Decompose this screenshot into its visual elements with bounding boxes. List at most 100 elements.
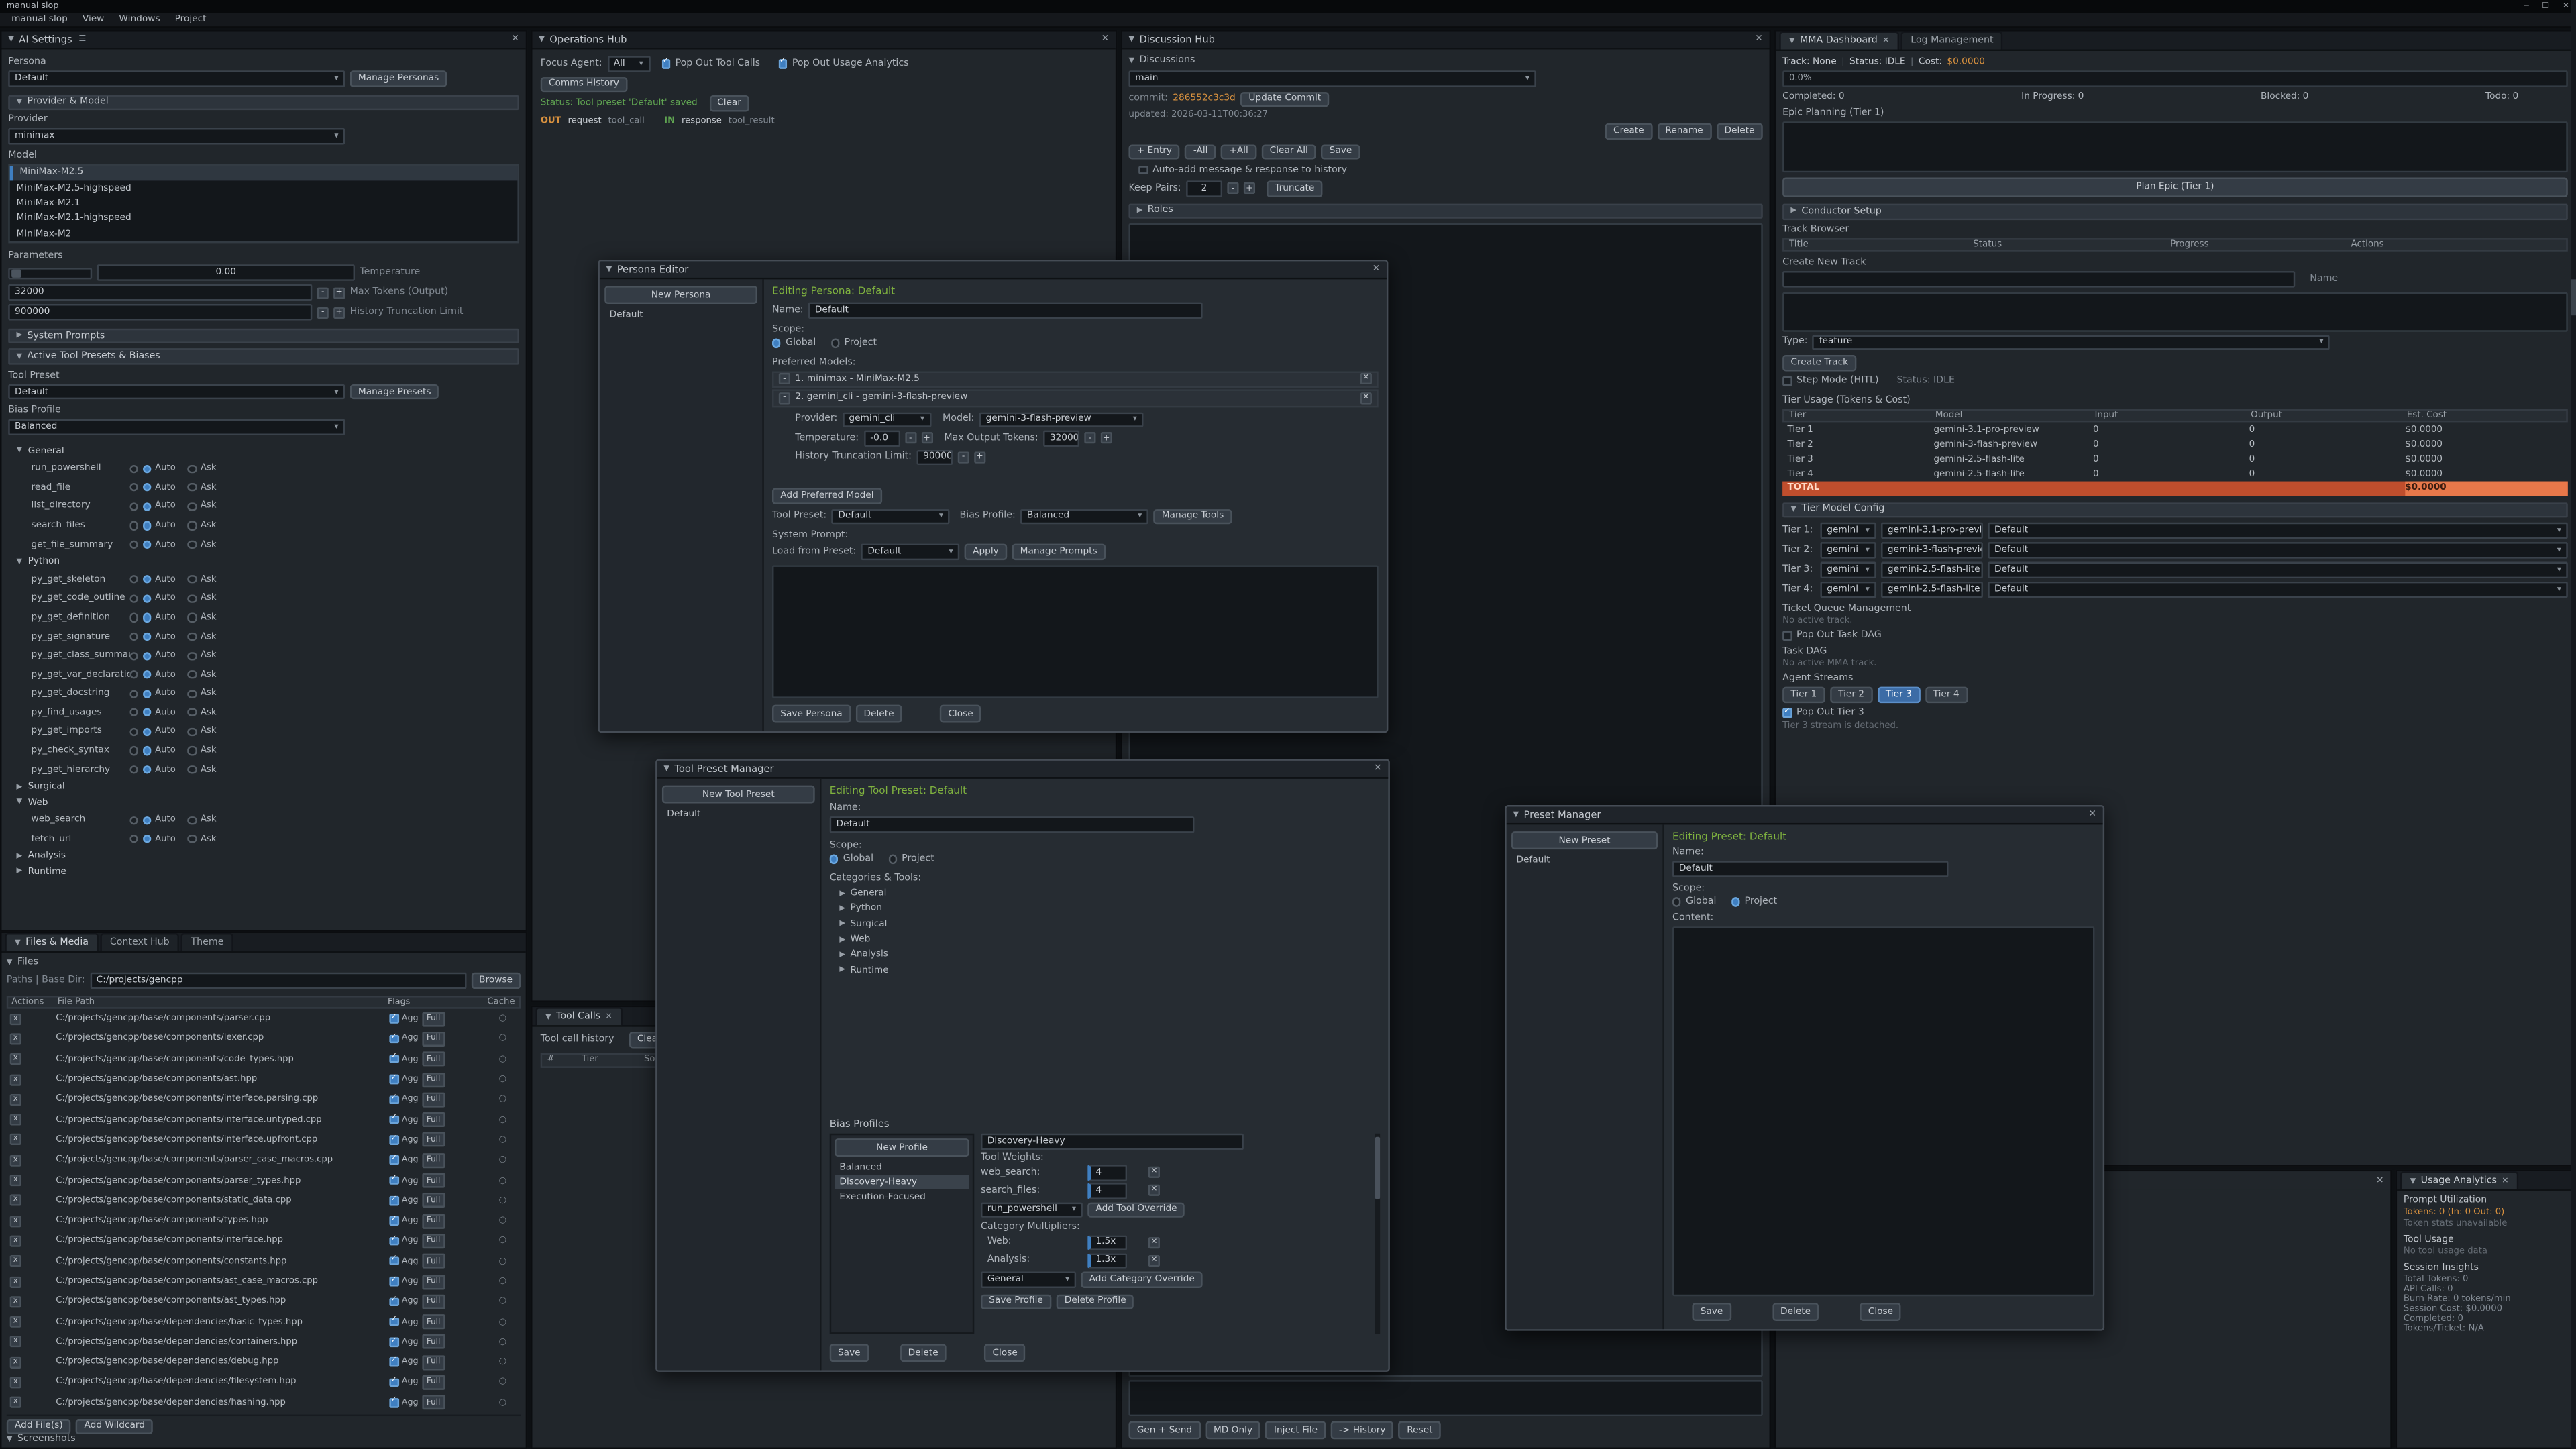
new-profile-button[interactable]: New Profile bbox=[835, 1138, 969, 1157]
cache-indicator-icon[interactable]: ○ bbox=[499, 1297, 507, 1307]
remove-file-button[interactable]: x bbox=[10, 1094, 21, 1106]
discussion-action-button[interactable]: MD Only bbox=[1205, 1421, 1261, 1439]
category-row[interactable]: ▶ Python bbox=[830, 902, 1380, 917]
cache-indicator-icon[interactable]: ○ bbox=[499, 1135, 507, 1145]
bias-profile-item[interactable]: Discovery-Heavy bbox=[835, 1175, 969, 1189]
stream-tab[interactable]: Tier 1 bbox=[1782, 686, 1825, 702]
tool-weight-input[interactable]: 4 bbox=[1087, 1183, 1127, 1198]
cache-indicator-icon[interactable]: ○ bbox=[499, 1055, 507, 1065]
increment-button[interactable]: + bbox=[333, 307, 345, 318]
tool-row[interactable]: ▶ Surgical Auto Ask bbox=[8, 780, 519, 795]
agg-checkbox[interactable] bbox=[389, 1358, 398, 1366]
base-dir-input[interactable]: C:/projects/gencpp bbox=[90, 973, 466, 988]
tool-preset-dropdown[interactable]: Default bbox=[832, 508, 950, 524]
full-button[interactable]: Full bbox=[422, 1395, 445, 1410]
ask-radio[interactable] bbox=[188, 651, 197, 660]
auto-radio[interactable] bbox=[142, 594, 151, 603]
cache-indicator-icon[interactable]: ○ bbox=[499, 1357, 507, 1367]
agg-checkbox[interactable] bbox=[389, 1196, 398, 1205]
add-tool-override-button[interactable]: Add Tool Override bbox=[1087, 1201, 1185, 1217]
tool-row[interactable]: py_get_skeleton Auto Ask bbox=[8, 570, 519, 589]
agg-checkbox[interactable] bbox=[389, 1116, 398, 1124]
new-tool-preset-button[interactable]: New Tool Preset bbox=[662, 786, 815, 804]
cache-indicator-icon[interactable]: ○ bbox=[499, 1317, 507, 1327]
agg-checkbox[interactable] bbox=[389, 1176, 398, 1185]
discussion-action-button[interactable]: Inject File bbox=[1266, 1421, 1326, 1439]
agg-checkbox[interactable] bbox=[389, 1055, 398, 1063]
collapse-icon[interactable]: ▼ bbox=[539, 36, 545, 44]
tier-model-dropdown[interactable]: gemini-3-flash-preview bbox=[1881, 542, 1983, 557]
full-button[interactable]: Full bbox=[422, 1112, 445, 1127]
stream-tab[interactable]: Tier 2 bbox=[1830, 686, 1872, 702]
auto-radio[interactable] bbox=[142, 613, 151, 622]
load-from-preset-dropdown[interactable]: Default bbox=[861, 544, 960, 559]
full-button[interactable]: Full bbox=[422, 1052, 445, 1067]
conductor-setup-section[interactable]: ▶ Conductor Setup bbox=[1782, 204, 2568, 219]
cache-indicator-icon[interactable]: ○ bbox=[499, 1175, 507, 1185]
focus-agent-dropdown[interactable]: All bbox=[607, 56, 650, 71]
tier-preset-dropdown[interactable]: Default bbox=[1988, 542, 2567, 557]
close-panel-icon[interactable]: ✕ bbox=[511, 34, 519, 44]
agg-checkbox[interactable] bbox=[389, 1398, 398, 1407]
group-caret-icon[interactable]: ▶ bbox=[16, 853, 28, 861]
delete-button[interactable]: Delete bbox=[1772, 1303, 1819, 1321]
browse-button[interactable]: Browse bbox=[471, 973, 521, 988]
full-button[interactable]: Full bbox=[422, 1032, 445, 1046]
category-row[interactable]: ▶ Surgical bbox=[830, 917, 1380, 932]
agg-checkbox[interactable] bbox=[389, 1236, 398, 1245]
ask-radio[interactable] bbox=[188, 633, 197, 641]
scrollbar-thumb[interactable] bbox=[2571, 279, 2576, 315]
tool-row[interactable]: py_check_syntax Auto Ask bbox=[8, 741, 519, 760]
entry-button[interactable]: Clear All bbox=[1261, 144, 1316, 159]
tool-row[interactable]: run_powershell Auto Ask bbox=[8, 459, 519, 478]
tool-row[interactable]: py_get_docstring Auto Ask bbox=[8, 684, 519, 703]
auto-radio[interactable] bbox=[142, 502, 151, 511]
tool-row[interactable]: ▼ General Auto Ask bbox=[8, 443, 519, 459]
tool-row[interactable]: fetch_url Auto Ask bbox=[8, 830, 519, 849]
group-caret-icon[interactable]: ▼ bbox=[16, 799, 28, 807]
agg-checkbox[interactable] bbox=[389, 1318, 398, 1326]
temperature-input[interactable]: 0.00 bbox=[97, 265, 354, 280]
menu-item[interactable]: manual slop bbox=[11, 15, 68, 25]
tool-override-dropdown[interactable]: run_powershell bbox=[981, 1201, 1083, 1217]
menu-item[interactable]: View bbox=[83, 15, 105, 25]
model-dropdown[interactable]: gemini-3-flash-preview bbox=[979, 411, 1144, 427]
entry-button[interactable]: -All bbox=[1185, 144, 1216, 159]
panel-menu-icon[interactable]: ☰ bbox=[78, 34, 86, 44]
save-button[interactable]: Save bbox=[830, 1344, 869, 1362]
increment-button[interactable]: + bbox=[1101, 433, 1112, 444]
close-button[interactable]: Close bbox=[1860, 1303, 1902, 1321]
increment-button[interactable]: + bbox=[1244, 182, 1255, 194]
agg-checkbox[interactable] bbox=[389, 1378, 398, 1387]
tool-row[interactable]: web_search Auto Ask bbox=[8, 810, 519, 829]
close-icon[interactable]: ✕ bbox=[2563, 1, 2569, 11]
keep-pairs-input[interactable]: 2 bbox=[1186, 180, 1222, 196]
tool-enable-radio[interactable] bbox=[129, 484, 138, 492]
ask-radio[interactable] bbox=[188, 708, 197, 717]
tool-preset-list-item[interactable]: Default bbox=[662, 806, 815, 821]
tier-preset-dropdown[interactable]: Default bbox=[1988, 523, 2567, 538]
full-button[interactable]: Full bbox=[422, 1173, 445, 1188]
add-files-button[interactable]: Add File(s) bbox=[7, 1419, 71, 1434]
tool-enable-radio[interactable] bbox=[129, 670, 138, 679]
cache-indicator-icon[interactable]: ○ bbox=[499, 1277, 507, 1287]
decrement-button[interactable]: - bbox=[317, 307, 329, 318]
model-option[interactable]: MiniMax-M2.1-highspeed bbox=[10, 211, 518, 227]
panel-tab[interactable]: ▼ Files & Media ✕ bbox=[5, 933, 98, 951]
tool-preset-name-input[interactable]: Default bbox=[830, 816, 1195, 832]
discussion-dropdown[interactable]: main bbox=[1128, 70, 1536, 86]
category-row[interactable]: ▶ Web bbox=[830, 932, 1380, 948]
track-name-input[interactable] bbox=[1782, 271, 2295, 286]
history-truncation-input[interactable]: 900000 bbox=[916, 449, 953, 465]
category-row[interactable]: ▶ Runtime bbox=[830, 963, 1380, 978]
entry-button[interactable]: + Entry bbox=[1128, 144, 1180, 159]
agg-checkbox[interactable] bbox=[389, 1156, 398, 1165]
remove-file-button[interactable]: x bbox=[10, 1276, 21, 1287]
discussion-manage-button[interactable]: Create bbox=[1605, 123, 1652, 139]
collapse-icon[interactable]: ▼ bbox=[8, 36, 14, 44]
ask-radio[interactable] bbox=[188, 613, 197, 622]
save-persona-button[interactable]: Save Persona bbox=[772, 705, 851, 723]
full-button[interactable]: Full bbox=[422, 1254, 445, 1269]
comms-history-button[interactable]: Comms History bbox=[541, 76, 627, 92]
category-row[interactable]: ▶ General bbox=[830, 886, 1380, 902]
